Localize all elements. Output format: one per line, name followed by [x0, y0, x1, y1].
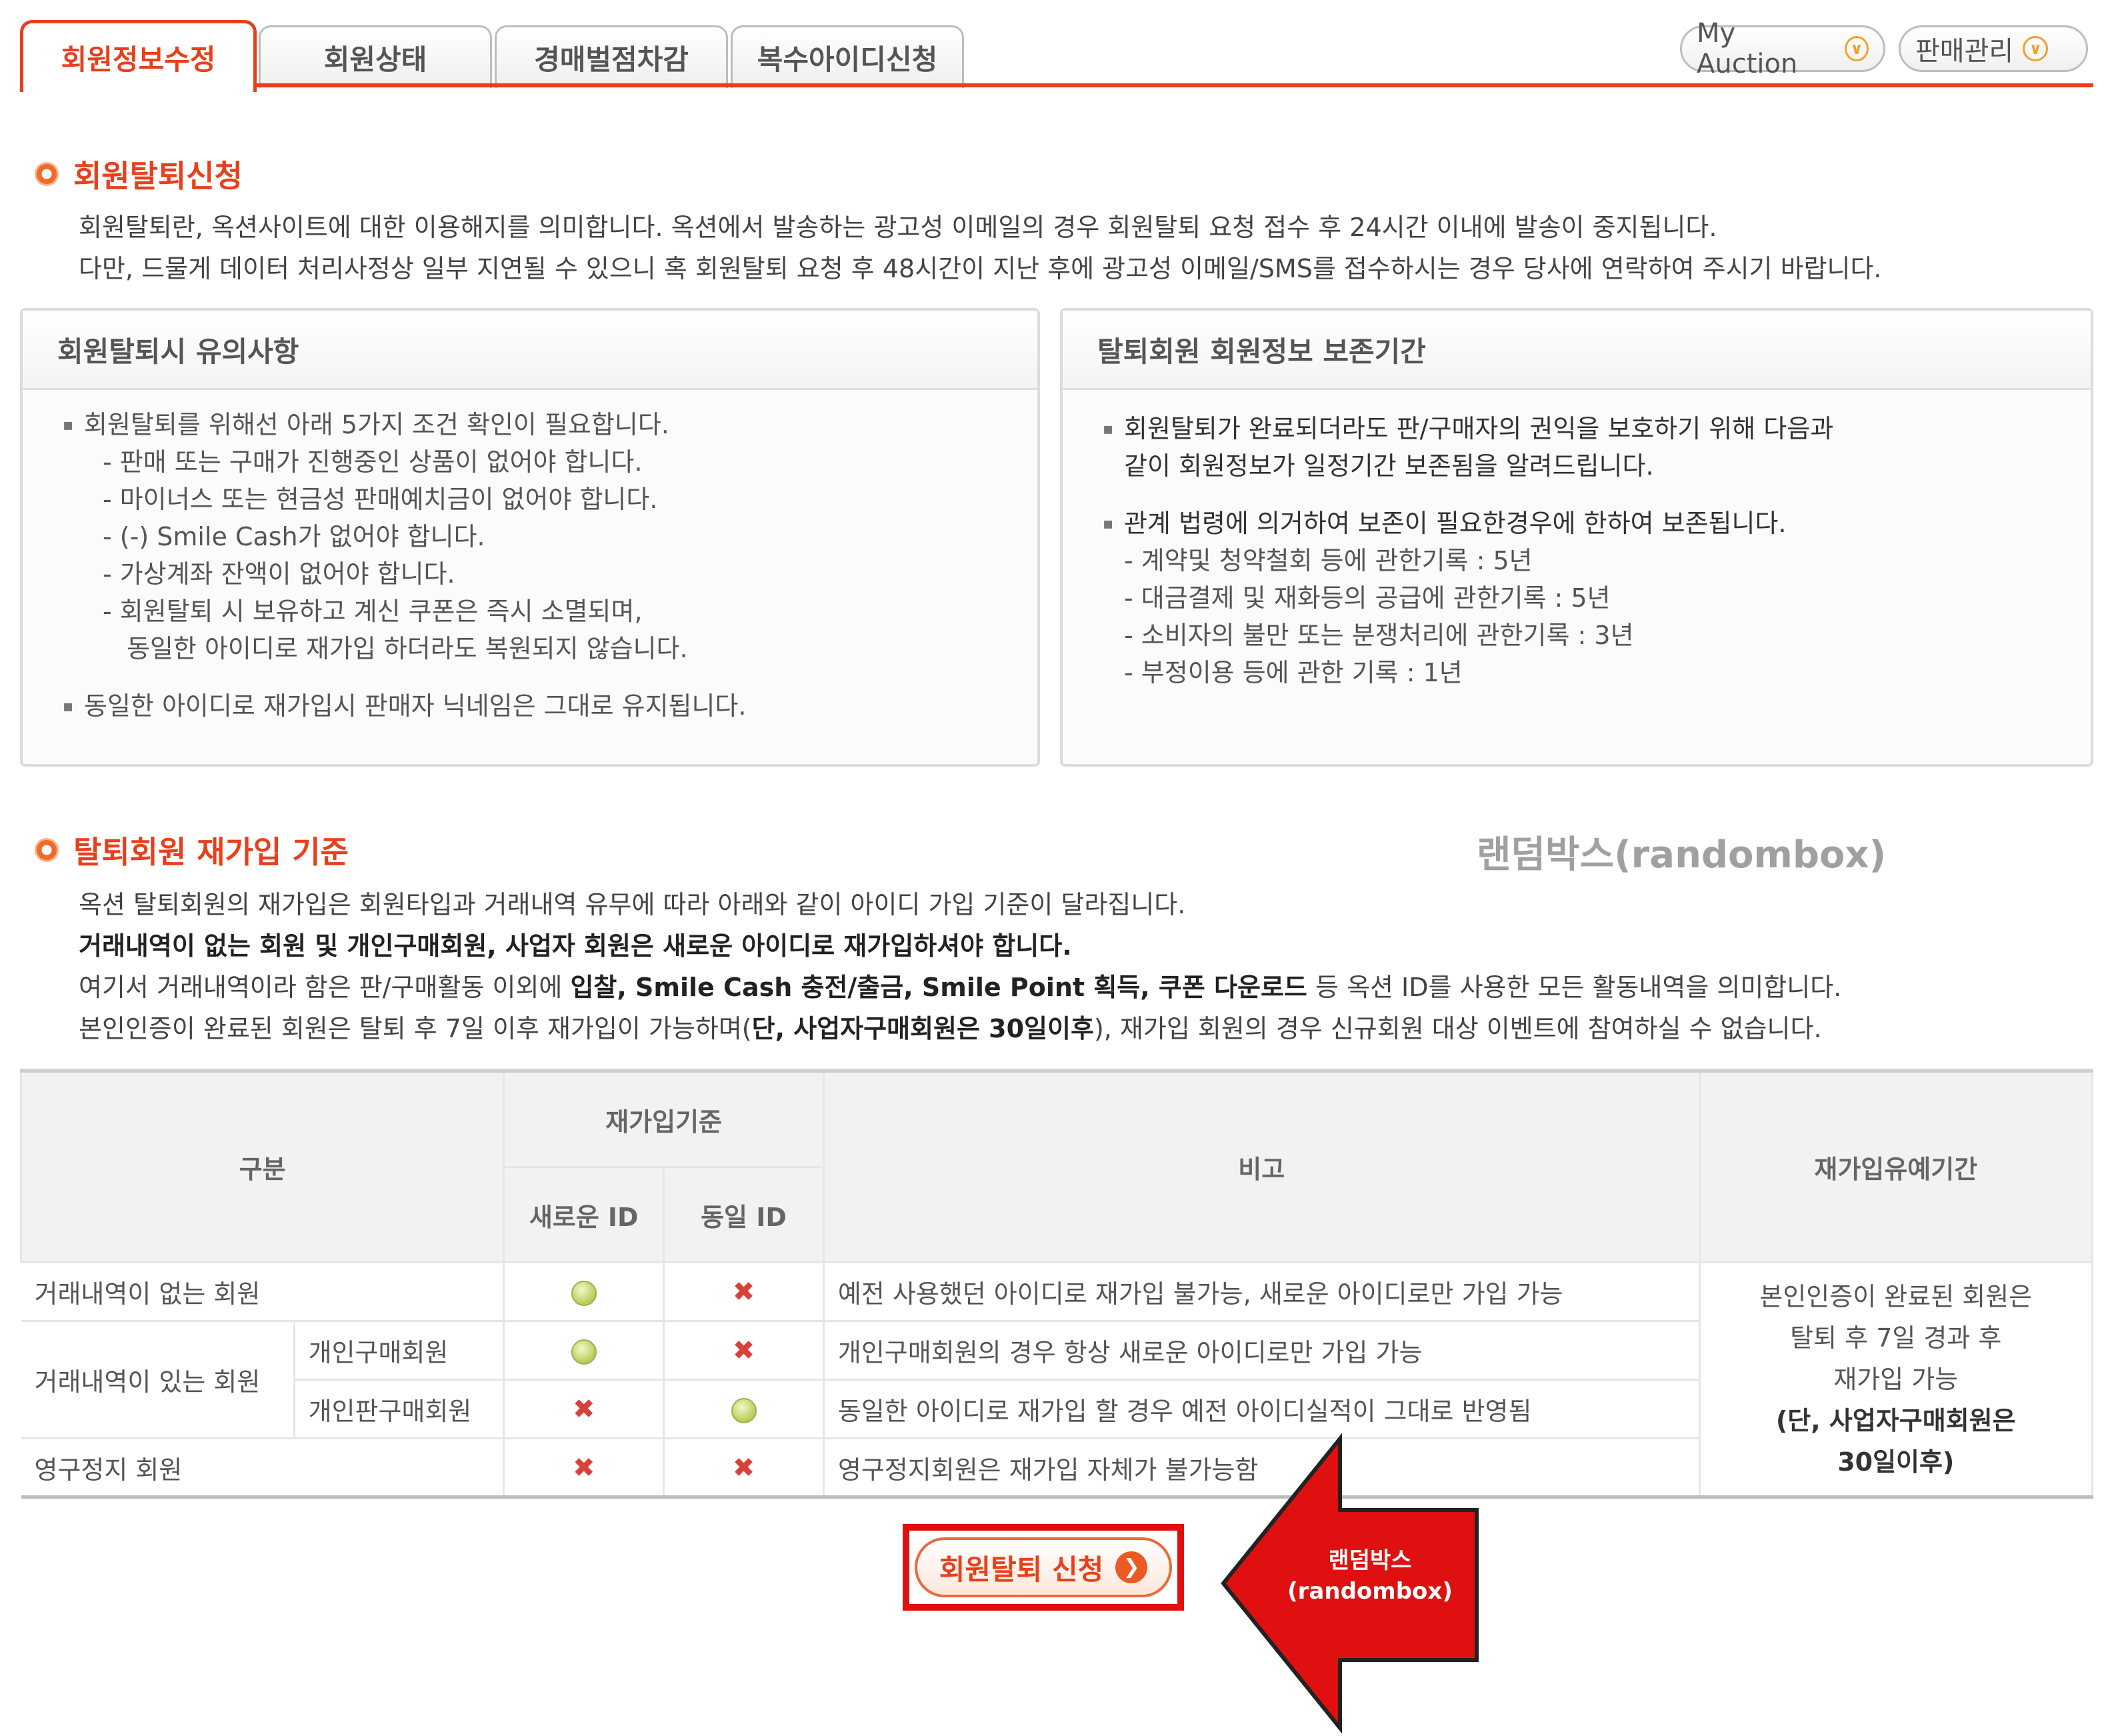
withdraw-notice-body: 회원탈퇴를 위해선 아래 5가지 조건 확인이 필요합니다. - 판매 또는 구… — [23, 390, 1037, 741]
header-note: 비고 — [822, 1069, 1701, 1263]
retention-subitem: - 소비자의 불만 또는 분쟁처리에 관한기록 : 3년 — [1124, 621, 1634, 650]
new-id-no-icon: ✖ — [503, 1379, 665, 1439]
withdraw-apply-button[interactable]: 회원탈퇴 신청 ❯ — [915, 1537, 1172, 1597]
retention-subitem: - 대금결제 및 재화등의 공급에 관한기록 : 5년 — [1124, 583, 1611, 613]
notice-subitem: - 마이너스 또는 현금성 판매예치금이 없어야 합니다. — [103, 485, 658, 514]
rejoin-line-4: 본인인증이 완료된 회원은 탈퇴 후 7일 이후 재가입이 가능하며(단, 사업… — [79, 1014, 1822, 1043]
row-category: 영구정지 회원 — [21, 1438, 505, 1498]
retention-subitem: - 부정이용 등에 관한 기록 : 1년 — [1124, 658, 1463, 687]
notice-subitem: - 회원탈퇴 시 보유하고 계신 쿠폰은 즉시 소멸되며, — [103, 597, 643, 626]
retention-item: 회원탈퇴가 완료되더라도 판/구매자의 권익을 보호하기 위해 다음과 — [1103, 410, 2051, 447]
header-grace-period: 재가입유예기간 — [1698, 1069, 2094, 1263]
notice-item: 회원탈퇴를 위해선 아래 5가지 조건 확인이 필요합니다. — [63, 406, 997, 443]
header-same-id: 동일 ID — [663, 1166, 825, 1263]
withdraw-line-1: 회원탈퇴란, 옥션사이트에 대한 이용해지를 의미합니다. 옥션에서 발송하는 … — [79, 213, 1717, 242]
tab-underline — [20, 83, 2093, 87]
row-subcategory: 개인구매회원 — [294, 1321, 505, 1381]
row-category: 거래내역이 없는 회원 — [21, 1262, 505, 1322]
retention-item: 관계 법령에 의거하여 보존이 필요한경우에 한하여 보존됩니다. — [1103, 505, 2051, 542]
grace-period-cell: 본인인증이 완료된 회원은 탈퇴 후 7일 경과 후 재가입 가능 (단, 사업… — [1699, 1262, 2094, 1498]
same-id-no-icon: ✖ — [663, 1321, 825, 1381]
retention-title: 탈퇴회원 회원정보 보존기간 — [1063, 311, 2091, 390]
sales-management-label: 판매관리 — [1915, 36, 2014, 67]
chevron-down-icon: ∨ — [1845, 36, 1869, 61]
row-note: 동일한 아이디로 재가입 할 경우 예전 아이디실적이 그대로 반영됨 — [823, 1379, 1701, 1439]
arrow-right-icon: ❯ — [1115, 1551, 1148, 1583]
notice-subitem: - 판매 또는 구매가 진행중인 상품이 없어야 합니다. — [103, 447, 643, 477]
retention-subitem: - 계약및 청약철회 등에 관한기록 : 5년 — [1124, 546, 1533, 575]
header-category: 구분 — [19, 1069, 505, 1263]
section-rejoin-title: 탈퇴회원 재가입 기준 — [73, 834, 349, 870]
withdraw-line-2: 다만, 드물게 데이터 처리사정상 일부 지연될 수 있으니 혹 회원탈퇴 요청… — [79, 254, 1882, 283]
bullet-icon — [35, 162, 59, 186]
header-new-id: 새로운 ID — [503, 1166, 665, 1263]
notice-subitem: - 가상계좌 잔액이 없어야 합니다. — [103, 559, 455, 589]
row-category: 거래내역이 있는 회원 — [21, 1321, 295, 1439]
rejoin-criteria-table: 구분 재가입기준 비고 재가입유예기간 새로운 ID 동일 ID 거래내역이 없… — [19, 1069, 2094, 1499]
notice-subitem: 동일한 아이디로 재가입 하더라도 복원되지 않습니다. — [127, 634, 688, 663]
withdraw-notice-title: 회원탈퇴시 유의사항 — [23, 311, 1037, 390]
my-auction-button[interactable]: My Auction ∨ — [1680, 18, 1885, 79]
same-id-ok-icon — [663, 1379, 825, 1439]
rejoin-line-1: 옥션 탈퇴회원의 재가입은 회원타입과 거래내역 유무에 따라 아래와 같이 아… — [79, 890, 1186, 919]
annotation-label: 랜덤박스 (randombox) — [1287, 1547, 1453, 1605]
row-note: 개인구매회원의 경우 항상 새로운 아이디로만 가입 가능 — [823, 1321, 1701, 1381]
row-note: 예전 사용했던 아이디로 재가입 불가능, 새로운 아이디로만 가입 가능 — [823, 1262, 1701, 1322]
my-auction-label: My Auction — [1697, 18, 1798, 79]
tab-penalty-deduction[interactable]: 경매벌점차감 — [495, 25, 728, 88]
sales-management-button[interactable]: 판매관리 ∨ — [1899, 25, 2088, 72]
notice-item: 동일한 아이디로 재가입시 판매자 닉네임은 그대로 유지됩니다. — [63, 687, 997, 725]
chevron-down-icon: ∨ — [2023, 36, 2049, 61]
section-withdraw: 회원탈퇴신청 — [35, 152, 243, 196]
retention-body: 회원탈퇴가 완료되더라도 판/구매자의 권익을 보호하기 위해 다음과 같이 회… — [1063, 390, 2091, 707]
tab-bar: 회원정보수정 회원상태 경매벌점차감 복수아이디신청 My Auction ∨ … — [20, 18, 2093, 92]
header-rejoin-basis: 재가입기준 — [503, 1069, 825, 1168]
rejoin-line-3: 여기서 거래내역이라 함은 판/구매활동 이외에 입찰, Smile Cash … — [79, 973, 1842, 1002]
new-id-ok-icon — [503, 1321, 665, 1381]
new-id-no-icon: ✖ — [503, 1438, 665, 1498]
section-rejoin: 탈퇴회원 재가입 기준 — [35, 828, 349, 872]
tab-member-status[interactable]: 회원상태 — [259, 25, 492, 88]
row-subcategory: 개인판구매회원 — [294, 1379, 505, 1439]
bullet-icon — [35, 838, 59, 862]
rejoin-line-2: 거래내역이 없는 회원 및 개인구매회원, 사업자 회원은 새로운 아이디로 재… — [79, 931, 1072, 961]
notice-subitem: - (-) Smile Cash가 없어야 합니다. — [103, 522, 485, 551]
new-id-ok-icon — [503, 1262, 665, 1322]
retention-box: 탈퇴회원 회원정보 보존기간 회원탈퇴가 완료되더라도 판/구매자의 권익을 보… — [1060, 308, 2093, 767]
same-id-no-icon: ✖ — [663, 1438, 825, 1498]
tab-multiple-id[interactable]: 복수아이디신청 — [731, 25, 964, 88]
table-row: 거래내역이 없는 회원 ✖ 예전 사용했던 아이디로 재가입 불가능, 새로운 … — [21, 1262, 2094, 1498]
rejoin-description: 옥션 탈퇴회원의 재가입은 회원타입과 거래내역 유무에 따라 아래와 같이 아… — [79, 884, 1841, 1049]
tab-member-info-edit[interactable]: 회원정보수정 — [20, 20, 257, 92]
retention-item-cont: 같이 회원정보가 일정기간 보존됨을 알려드립니다. — [1124, 451, 1654, 481]
section-withdraw-title: 회원탈퇴신청 — [73, 158, 243, 194]
same-id-no-icon: ✖ — [663, 1262, 825, 1322]
withdraw-description: 회원탈퇴란, 옥션사이트에 대한 이용해지를 의미합니다. 옥션에서 발송하는 … — [79, 207, 1882, 289]
withdraw-notice-box: 회원탈퇴시 유의사항 회원탈퇴를 위해선 아래 5가지 조건 확인이 필요합니다… — [20, 308, 1040, 767]
watermark-text: 랜덤박스(randombox) — [1477, 833, 1887, 877]
withdraw-apply-label: 회원탈퇴 신청 — [939, 1553, 1104, 1586]
